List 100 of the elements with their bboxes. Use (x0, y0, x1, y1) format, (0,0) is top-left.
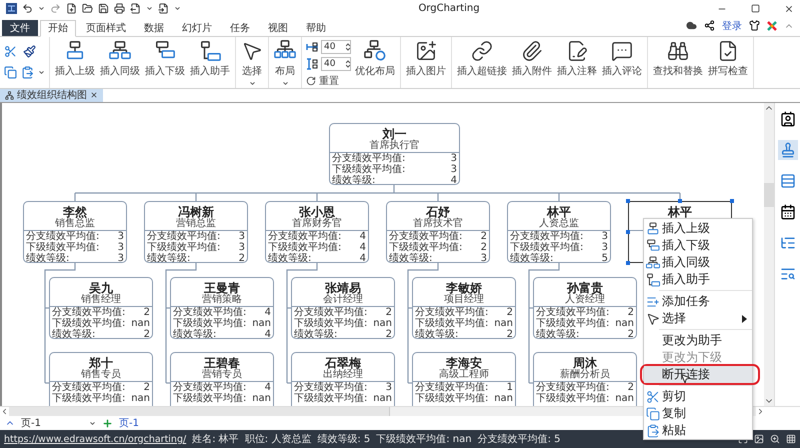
metric-label: 下级绩效平均值: (536, 392, 610, 404)
scroll-left-icon[interactable] (0, 407, 9, 416)
share-icon[interactable] (704, 20, 715, 32)
redo-icon[interactable] (50, 3, 61, 14)
metric-value: nan (252, 392, 271, 404)
horizontal-spacing-icon (306, 40, 318, 53)
reset-button[interactable]: 重置 (306, 74, 351, 88)
menu-item[interactable]: 选择 (644, 310, 752, 327)
metric-value: 3 (602, 230, 608, 242)
ribbon-button[interactable]: 插入附件 (511, 40, 553, 78)
org-boxes-icon (645, 221, 660, 236)
menu-item[interactable]: 插入助手 (644, 271, 752, 288)
menu-item[interactable]: 添加任务 (644, 293, 752, 310)
scrollbar-thumb[interactable] (9, 407, 390, 416)
printer-icon[interactable] (114, 3, 125, 14)
ribbon-button[interactable]: 插入下级 (144, 40, 186, 78)
metric-value: 4 (450, 174, 457, 184)
export-icon[interactable] (130, 3, 141, 14)
metric-value: 3 (238, 230, 245, 242)
close-icon[interactable] (784, 4, 794, 14)
metric-label: 下级绩效平均值: (52, 392, 126, 404)
metric-label: 分支绩效平均值: (415, 306, 488, 318)
org-card[interactable]: 李海安 高级工程师 分支绩效平均值: 1 下级绩效平均值: nan (412, 352, 516, 406)
zoom-icon[interactable] (770, 434, 780, 444)
image-icon[interactable] (754, 434, 764, 444)
scroll-right-icon[interactable] (756, 407, 765, 416)
org-card[interactable]: 周沐 薪酬分析员 分支绩效平均值: 2 下级绩效平均值: nan (533, 352, 637, 406)
metric-label: 下级绩效平均值: (26, 242, 100, 253)
metric-value: 1 (506, 382, 513, 393)
file-menu-tab[interactable]: 文件 (2, 20, 38, 36)
menu-item[interactable]: 粘贴 (644, 422, 752, 439)
login-link[interactable]: 登录 (722, 18, 742, 33)
cloud-icon[interactable] (686, 20, 697, 32)
website-link[interactable]: https://www.edrawsoft.cn/orgcharting/ (4, 434, 186, 445)
folder-icon[interactable] (82, 3, 93, 14)
ribbon-tab[interactable]: 开始 (40, 20, 76, 37)
ribbon-button[interactable]: 插入助手 (189, 40, 231, 78)
org-card[interactable]: 王碧春 营销专员 分支绩效平均值: 4 下级绩效平均值: nan (170, 352, 274, 406)
selection-handle[interactable] (626, 230, 630, 234)
menu-item[interactable]: 插入下级 (644, 237, 752, 254)
calendar-icon (780, 204, 796, 220)
menu-item[interactable]: 复制 (644, 405, 752, 422)
metric-label: 分支绩效平均值: (173, 382, 246, 393)
metric-value: 2 (238, 252, 245, 262)
job-title: 销售总监 (54, 218, 96, 229)
metric-label: 下级绩效平均值: (510, 242, 584, 253)
selection-handle[interactable] (626, 198, 630, 203)
colorful-logo-icon[interactable] (767, 20, 777, 31)
ribbon-button[interactable]: 插入评论 (601, 40, 643, 78)
org-boxes-icon (645, 238, 660, 253)
save-icon[interactable] (98, 3, 109, 14)
selection-handle[interactable] (626, 260, 630, 265)
person-name: 林平 (546, 204, 571, 219)
contact-card-icon (780, 110, 796, 127)
brush-icon[interactable] (23, 44, 36, 58)
maximize-icon[interactable] (751, 4, 760, 14)
spin-arrows-icon[interactable] (346, 60, 350, 68)
metric-value: 3 (480, 252, 487, 262)
document-tab[interactable]: 绩效组织结构图 (0, 88, 103, 102)
menu-item[interactable]: 剪切 (644, 388, 752, 405)
new-file-icon[interactable] (66, 3, 77, 14)
ribbon-button[interactable]: 插入上级 (54, 40, 96, 78)
add-page-icon[interactable] (102, 418, 113, 429)
spacing-field[interactable]: 40 (321, 56, 351, 71)
menu-item[interactable]: 插入上级 (644, 220, 752, 237)
org-card[interactable]: 郑十 销售专员 分支绩效平均值: 2 下级绩效平均值: nan (49, 352, 153, 406)
copy-icon[interactable] (4, 66, 17, 79)
undo-icon[interactable] (22, 3, 33, 14)
ribbon-button[interactable]: 插入图片 (405, 40, 447, 78)
metric-value: 4 (360, 230, 366, 242)
scrollbar-thumb[interactable] (764, 182, 774, 207)
close-icon[interactable] (90, 91, 98, 100)
selection-handle[interactable] (678, 198, 682, 203)
shirt-icon[interactable] (749, 20, 760, 32)
metric-label: 分支绩效平均值: (268, 230, 342, 242)
org-card[interactable]: 石翠梅 出纳经理 分支绩效平均值: 3 下级绩效平均值: nan (291, 352, 395, 406)
page-dropdown[interactable]: 页-1 (21, 416, 96, 430)
metric-value: 3 (118, 252, 124, 262)
import-icon[interactable] (158, 3, 169, 14)
ribbon-button[interactable]: 插入同级 (99, 40, 141, 78)
ribbon-button[interactable]: 插入超链接 (456, 40, 508, 78)
metric-label: 分支绩效平均值: (415, 382, 488, 393)
paste-icon[interactable] (21, 66, 34, 79)
spin-arrows-icon[interactable] (346, 42, 350, 51)
ribbon-button[interactable]: 优化布局 (354, 40, 396, 78)
person-name: 李然 (63, 204, 87, 219)
metric-label: 分支绩效平均值: (332, 152, 406, 164)
grid-icon[interactable] (786, 434, 796, 444)
scissors-icon[interactable] (4, 44, 17, 58)
ribbon-button[interactable]: 插入注释 (556, 40, 598, 78)
ribbon-button[interactable]: 选择 (240, 40, 264, 87)
menu-item[interactable]: 插入同级 (644, 254, 752, 271)
menu-item[interactable]: 更改为助手 (644, 332, 752, 349)
ribbon-button[interactable]: 查找和替换 (652, 40, 704, 78)
ribbon-button[interactable]: 布局 (273, 40, 297, 87)
ribbon-button[interactable]: 拼写检查 (707, 40, 749, 78)
selection-handle[interactable] (730, 198, 734, 203)
metric-label: 下级绩效平均值: (332, 164, 406, 175)
page-tab[interactable]: 页-1 (119, 416, 139, 430)
spacing-field[interactable]: 40 (321, 40, 351, 54)
